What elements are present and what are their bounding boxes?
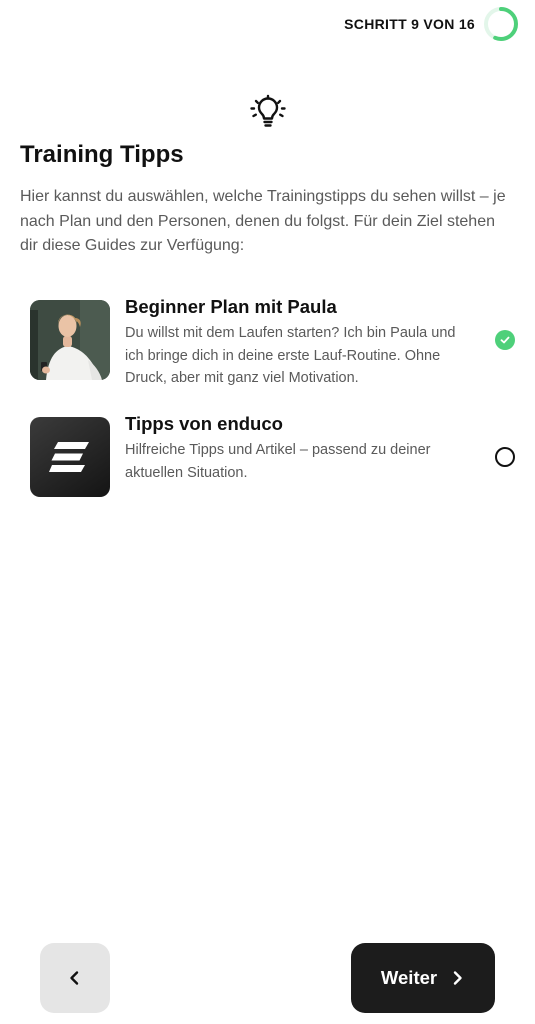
enduco-e-logo-icon	[49, 442, 89, 472]
option-title: Tipps von enduco	[125, 413, 283, 434]
page-title: Training Tipps	[20, 141, 184, 168]
paula-photo	[30, 300, 110, 380]
progress-ring-icon	[484, 7, 518, 41]
step-label: SCHRITT 9 VON 16	[344, 16, 475, 32]
back-button[interactable]	[40, 943, 110, 1013]
radio-selected[interactable]	[495, 330, 515, 350]
option-title: Beginner Plan mit Paula	[125, 296, 337, 317]
chevron-right-icon	[453, 971, 462, 985]
option-body: Tipps von enduco Hilfreiche Tipps und Ar…	[125, 413, 470, 484]
chevron-left-icon	[70, 971, 79, 985]
option-body: Beginner Plan mit Paula Du willst mit de…	[125, 296, 470, 390]
checkmark-icon	[500, 336, 510, 344]
lightbulb-icon	[249, 94, 286, 127]
guide-option-enduco[interactable]: Tipps von enduco Hilfreiche Tipps und Ar…	[30, 413, 520, 497]
next-button-label: Weiter	[380, 967, 438, 988]
intro-text: Hier kannst du auswählen, welche Trainin…	[20, 188, 506, 254]
option-description: Du willst mit dem Laufen starten? Ich bi…	[125, 325, 456, 386]
option-description: Hilfreiche Tipps und Artikel – passend z…	[125, 442, 431, 481]
onboarding-screen: SCHRITT 9 VON 16 Training Tipps Hier kan…	[0, 0, 535, 1024]
guide-option-paula[interactable]: Beginner Plan mit Paula Du willst mit de…	[30, 296, 520, 390]
enduco-logo	[30, 417, 110, 497]
paula-photo-illustration	[30, 300, 110, 380]
step-indicator: SCHRITT 9 VON 16	[344, 4, 519, 44]
radio-unselected[interactable]	[495, 447, 515, 467]
header-icon-wrap	[0, 93, 535, 133]
next-button[interactable]: Weiter	[351, 943, 495, 1013]
